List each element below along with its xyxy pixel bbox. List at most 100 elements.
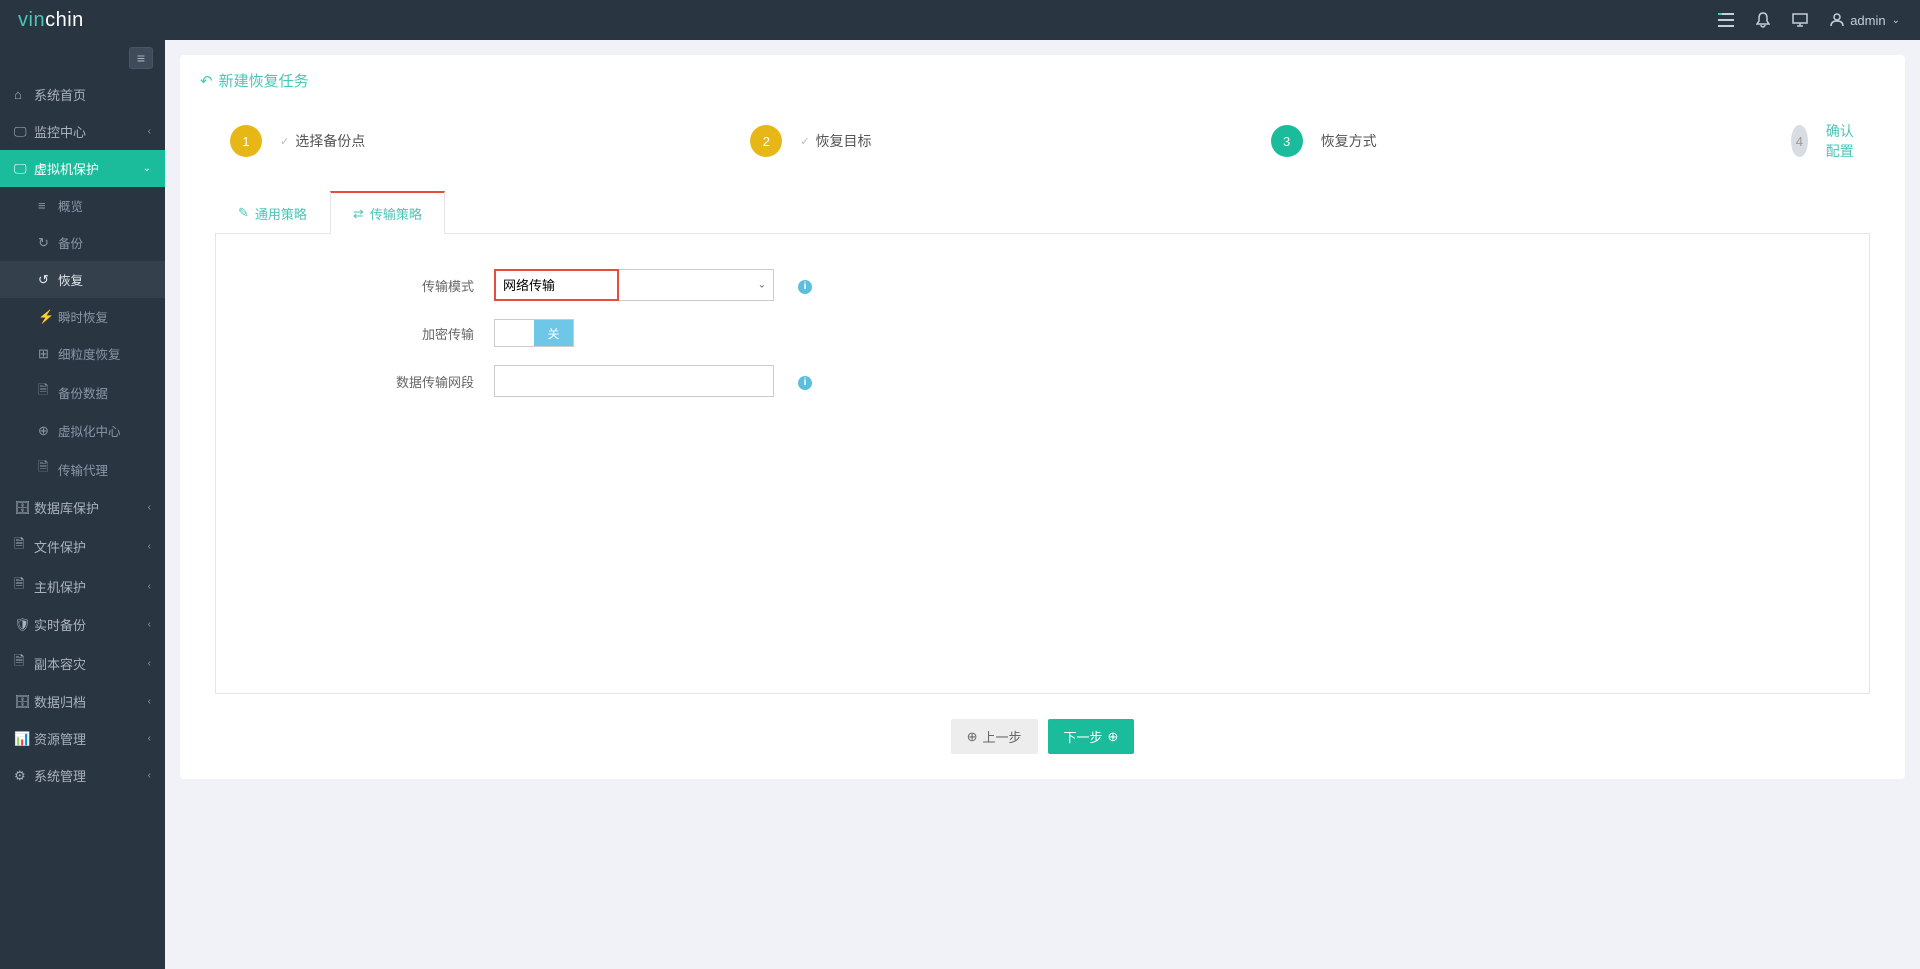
arrow-left-icon: ⊕ (967, 729, 978, 745)
prev-button[interactable]: ⊕ 上一步 (951, 719, 1038, 754)
encrypt-switch[interactable]: 关 (494, 319, 574, 347)
check-icon: ✓ (800, 135, 809, 148)
nav-label: 副本容灾 (34, 654, 86, 673)
nav-label: 数据库保护 (34, 498, 99, 517)
network-segment-control (494, 365, 774, 397)
step-num: 4 (1791, 125, 1808, 157)
edit-icon: ✎ (238, 205, 249, 221)
row-encrypt: 加密传输 关 (256, 319, 1829, 347)
gear-icon: ⚙ (14, 768, 34, 784)
nav-label: 细粒度恢复 (58, 344, 121, 363)
nav-host-protect[interactable]: 🗎 主机保护 ‹ (0, 566, 165, 606)
nav-label: 系统首页 (34, 85, 86, 104)
center-icon: ⊕ (38, 423, 58, 439)
network-segment-input[interactable] (494, 365, 774, 397)
nav-vm-center[interactable]: ⊕ 虚拟化中心 (0, 412, 165, 449)
wizard-steps: 1 ✓ 选择备份点 2 ✓ 恢复目标 3 恢复方式 4 (200, 111, 1885, 191)
user-icon (1830, 13, 1844, 27)
caret-icon: ‹ (148, 733, 151, 744)
nav-replica-dr[interactable]: 🗎 副本容灾 ‹ (0, 643, 165, 683)
btn-label: 上一步 (982, 727, 1021, 746)
nav-db-protect[interactable]: 🗄 数据库保护 ‹ (0, 489, 165, 526)
nav-vm-overview[interactable]: ≡ 概览 (0, 187, 165, 224)
sidebar-toggle-button[interactable]: ≡ (129, 47, 153, 69)
caret-icon: ‹ (148, 126, 151, 137)
step-label: ✓ 恢复目标 (800, 131, 871, 151)
nav-file-protect[interactable]: 🗎 文件保护 ‹ (0, 526, 165, 566)
tasks-icon[interactable] (1718, 13, 1734, 27)
top-header: vinchin admin ⌄ (0, 0, 1920, 40)
switch-off-part (495, 320, 534, 346)
step-3[interactable]: 3 恢复方式 (1271, 121, 1791, 161)
info-icon-transfer-mode[interactable]: i (798, 276, 812, 294)
nav-home[interactable]: ⌂ 系统首页 (0, 76, 165, 113)
nav-label: 资源管理 (34, 729, 86, 748)
nav-monitor[interactable]: 🖵 监控中心 ‹ (0, 113, 165, 150)
tabs-area: ✎ 通用策略 ⇄ 传输策略 传输模式 网络传输 ⌄ (200, 191, 1885, 694)
nav-vm-proxy[interactable]: 🗎 传输代理 (0, 449, 165, 489)
step-4[interactable]: 4 确认配置 (1791, 121, 1855, 161)
brand-part2: chin (45, 9, 84, 31)
info-icon-network[interactable]: i (798, 372, 812, 390)
label-network-segment: 数据传输网段 (256, 372, 494, 391)
db-icon: 🗄 (14, 500, 34, 516)
nav-vm-data[interactable]: 🗎 备份数据 (0, 372, 165, 412)
tab-label: 传输策略 (370, 204, 422, 223)
step-num: 1 (230, 125, 262, 157)
nav-vm-restore[interactable]: ↺ 恢复 (0, 261, 165, 298)
tab-general-policy[interactable]: ✎ 通用策略 (215, 191, 330, 234)
step-1[interactable]: 1 ✓ 选择备份点 (230, 121, 750, 161)
step-num: 3 (1271, 125, 1303, 157)
transfer-mode-select[interactable]: 网络传输 (494, 269, 774, 301)
nav-vm-granular[interactable]: ⊞ 细粒度恢复 (0, 335, 165, 372)
caret-icon: ‹ (148, 502, 151, 513)
caret-icon: ‹ (148, 658, 151, 669)
brand-logo: vinchin (0, 9, 165, 32)
nav-label: 系统管理 (34, 766, 86, 785)
nav-vm-protect[interactable]: 🖵 虚拟机保护 ⌄ (0, 150, 165, 187)
user-menu[interactable]: admin ⌄ (1830, 13, 1900, 28)
row-transfer-mode: 传输模式 网络传输 ⌄ i (256, 269, 1829, 301)
replica-icon: 🗎 (14, 652, 34, 674)
wizard-footer: ⊕ 上一步 下一步 ⊕ (200, 694, 1885, 764)
arrow-right-icon: ⊕ (1108, 729, 1119, 745)
restore-icon: ↺ (38, 272, 58, 288)
header-right: admin ⌄ (1718, 12, 1920, 28)
step-label: 恢复方式 (1321, 131, 1377, 151)
monitor-nav-icon: 🖵 (14, 124, 34, 140)
switch-on-part: 关 (534, 320, 573, 346)
caret-icon: ‹ (148, 696, 151, 707)
list-icon: ≡ (38, 198, 58, 213)
user-name: admin (1850, 13, 1885, 28)
monitor-icon[interactable] (1792, 13, 1808, 27)
file-icon: 🗎 (14, 535, 34, 557)
nav-system[interactable]: ⚙ 系统管理 ‹ (0, 757, 165, 794)
page-title-text: 新建恢复任务 (219, 70, 309, 91)
transfer-icon: ⇄ (353, 206, 364, 222)
nav-label: 备份 (58, 233, 83, 252)
sidebar-toggle-row: ≡ (0, 40, 165, 76)
next-button[interactable]: 下一步 ⊕ (1048, 719, 1135, 754)
nav-realtime-backup[interactable]: 🛡 实时备份 ‹ (0, 606, 165, 643)
backup-icon: ↻ (38, 235, 58, 251)
caret-icon: ‹ (148, 541, 151, 552)
nav-vm-backup[interactable]: ↻ 备份 (0, 224, 165, 261)
nav-resource[interactable]: 📊 资源管理 ‹ (0, 720, 165, 757)
bell-icon[interactable] (1756, 12, 1770, 28)
content-panel: ↶ 新建恢复任务 1 ✓ 选择备份点 2 ✓ 恢复目标 3 (180, 55, 1905, 779)
nav-label: 虚拟机保护 (34, 159, 99, 178)
transfer-mode-select-wrap: 网络传输 ⌄ (494, 269, 774, 301)
step-2[interactable]: 2 ✓ 恢复目标 (750, 121, 1270, 161)
back-icon[interactable]: ↶ (200, 72, 213, 90)
caret-icon: ‹ (148, 770, 151, 781)
nav-label: 虚拟化中心 (58, 421, 121, 440)
nav-vm-instant[interactable]: ⚡ 瞬时恢复 (0, 298, 165, 335)
chevron-down-icon: ⌄ (1892, 15, 1900, 26)
brand-part1: vin (18, 9, 45, 31)
sidebar: ≡ ⌂ 系统首页 🖵 监控中心 ‹ 🖵 虚拟机保护 ⌄ ≡ 概览 ↻ 备份 ↺ … (0, 40, 165, 969)
nav-archive[interactable]: 🗄 数据归档 ‹ (0, 683, 165, 720)
check-icon: ✓ (280, 135, 289, 148)
row-network-segment: 数据传输网段 i (256, 365, 1829, 397)
nav-label: 备份数据 (58, 383, 108, 402)
tab-transfer-policy[interactable]: ⇄ 传输策略 (330, 191, 445, 234)
